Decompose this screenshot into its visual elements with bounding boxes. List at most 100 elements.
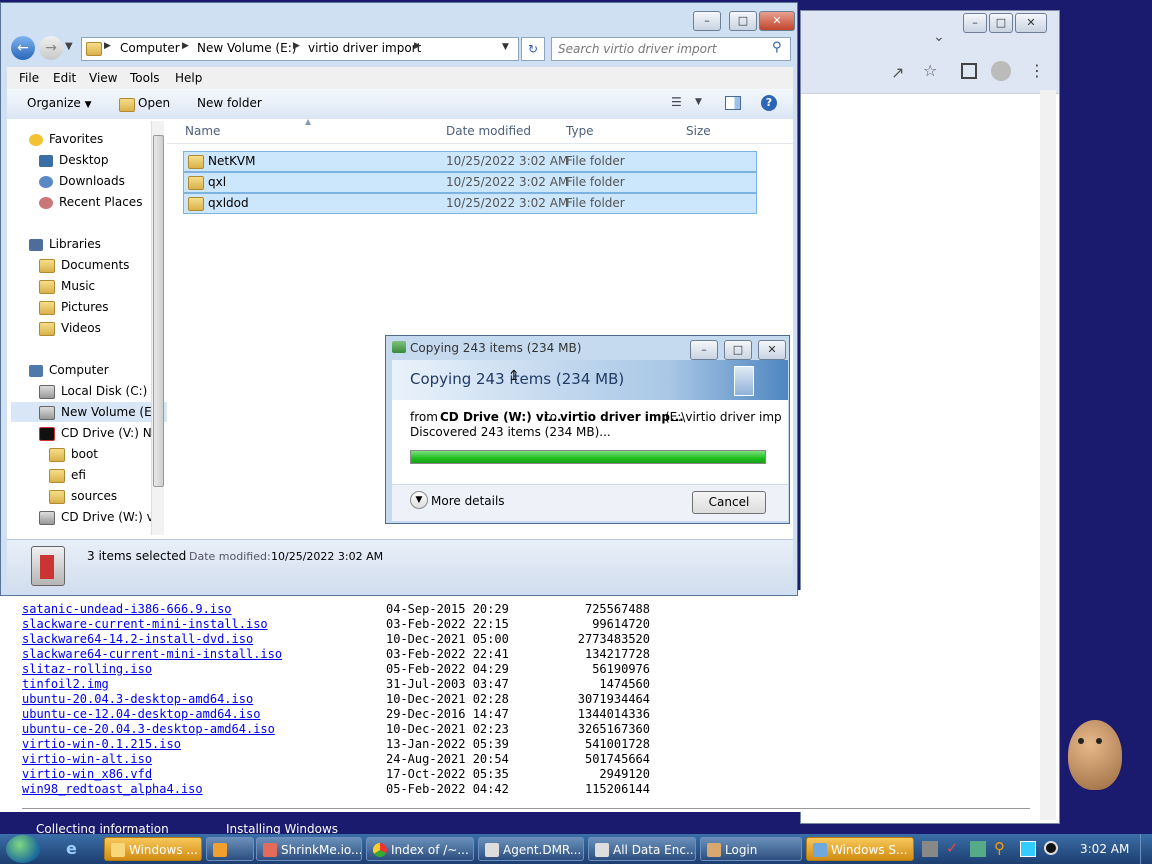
chevron-down-icon[interactable]: ⌄ bbox=[933, 29, 945, 45]
view-dropdown-icon[interactable]: ▼ bbox=[695, 97, 702, 107]
back-button[interactable]: ← bbox=[11, 36, 35, 60]
file-row-netkvm[interactable]: NetKVM 10/25/2022 3:02 AM File folder bbox=[183, 151, 757, 172]
nav-downloads[interactable]: Downloads bbox=[39, 171, 125, 191]
tray-check-icon[interactable]: ✓ bbox=[946, 839, 959, 857]
listing-row[interactable]: virtio-win-0.1.215.iso 13-Jan-2022 05:39 5… bbox=[22, 737, 650, 752]
nav-local-disk[interactable]: Local Disk (C:) bbox=[39, 381, 147, 401]
tray-search-icon[interactable]: ⚲ bbox=[994, 839, 1005, 857]
listing-row[interactable]: ubuntu-ce-20.04.3-desktop-amd64.iso 10-De… bbox=[22, 722, 650, 737]
recent-pages-dropdown[interactable]: ▼ bbox=[65, 41, 73, 52]
nav-documents[interactable]: Documents bbox=[39, 255, 129, 275]
taskbar-item-login[interactable]: Login bbox=[700, 837, 802, 861]
nav-pictures[interactable]: Pictures bbox=[39, 297, 109, 317]
more-details-button[interactable]: More details bbox=[431, 494, 505, 508]
maximize-button[interactable]: □ bbox=[729, 11, 757, 31]
nav-computer[interactable]: Computer bbox=[29, 360, 109, 380]
menu-help[interactable]: Help bbox=[175, 71, 202, 85]
nav-desktop[interactable]: Desktop bbox=[39, 150, 109, 170]
menu-view[interactable]: View bbox=[89, 71, 117, 85]
breadcrumb-computer[interactable]: Computer bbox=[120, 41, 180, 55]
clock[interactable]: 3:02 AM bbox=[1080, 842, 1129, 856]
browser-close-button[interactable]: ✕ bbox=[1015, 13, 1047, 33]
start-button[interactable] bbox=[6, 835, 40, 863]
nav-scrollbar-thumb[interactable] bbox=[153, 135, 164, 487]
profile-icon[interactable] bbox=[991, 61, 1011, 81]
tray-tool-icon[interactable] bbox=[970, 841, 986, 857]
breadcrumb-current-folder[interactable]: virtio driver import bbox=[308, 41, 421, 55]
listing-row[interactable]: win98_redtoast_alpha4.iso 05-Feb-2022 04:… bbox=[22, 782, 650, 797]
listing-row[interactable]: slackware-current-mini-install.iso 03-Feb… bbox=[22, 617, 650, 632]
taskbar-item-windows-setup[interactable]: Windows S... bbox=[806, 837, 914, 861]
search-box[interactable]: Search virtio driver import ⚲ bbox=[551, 37, 791, 61]
taskbar-item-index[interactable]: Index of /~... bbox=[366, 837, 474, 861]
dialog-close-button[interactable]: ✕ bbox=[758, 340, 786, 360]
listing-row[interactable]: slackware64-14.2-install-dvd.iso 10-Dec-2… bbox=[22, 632, 650, 647]
taskbar-item-explorer[interactable]: Windows ... bbox=[104, 837, 202, 861]
column-name[interactable]: Name bbox=[185, 124, 220, 138]
listing-row[interactable]: virtio-win-alt.iso 24-Aug-2021 20:54 50174… bbox=[22, 752, 650, 767]
internet-explorer-icon[interactable]: e bbox=[66, 839, 77, 858]
star-icon[interactable]: ☆ bbox=[923, 61, 937, 80]
share-icon[interactable]: ↗ bbox=[891, 63, 904, 82]
file-row-qxldod[interactable]: qxldod 10/25/2022 3:02 AM File folder bbox=[183, 193, 757, 214]
dialog-maximize-button[interactable]: □ bbox=[724, 340, 752, 360]
close-button[interactable]: ✕ bbox=[759, 11, 795, 31]
tray-network-icon[interactable] bbox=[1020, 841, 1036, 857]
column-size[interactable]: Size bbox=[686, 124, 711, 138]
browser-maximize-button[interactable]: □ bbox=[989, 13, 1013, 33]
nav-cd-drive-w[interactable]: CD Drive (W:) virt bbox=[39, 507, 153, 527]
menu-edit[interactable]: Edit bbox=[53, 71, 76, 85]
new-folder-button[interactable]: New folder bbox=[197, 96, 262, 110]
tray-record-icon[interactable] bbox=[1044, 841, 1058, 855]
nav-scrollbar[interactable] bbox=[151, 121, 164, 535]
nav-efi[interactable]: efi bbox=[49, 465, 86, 485]
nav-sources[interactable]: sources bbox=[49, 486, 117, 506]
browser-scrollbar[interactable] bbox=[1040, 90, 1056, 820]
browser-minimize-button[interactable]: – bbox=[963, 13, 987, 33]
file-row-qxl[interactable]: qxl 10/25/2022 3:02 AM File folder bbox=[183, 172, 757, 193]
organize-button[interactable]: Organize ▼ bbox=[27, 96, 92, 110]
address-dropdown-icon[interactable]: ▼ bbox=[502, 42, 509, 52]
menu-tools[interactable]: Tools bbox=[130, 71, 160, 85]
nav-libraries[interactable]: Libraries bbox=[29, 234, 101, 254]
dialog-minimize-button[interactable]: – bbox=[690, 340, 718, 360]
taskbar-item-agent[interactable]: Agent.DMR... bbox=[478, 837, 584, 861]
nav-music[interactable]: Music bbox=[39, 276, 95, 296]
listing-row[interactable]: slitaz-rolling.iso 05-Feb-2022 04:29 56190… bbox=[22, 662, 650, 677]
refresh-icon[interactable]: ↻ bbox=[521, 37, 545, 61]
listing-row[interactable]: virtio-win_x86.vfd 17-Oct-2022 05:35 29491… bbox=[22, 767, 650, 782]
taskbar-item-media[interactable] bbox=[206, 837, 254, 861]
listing-row[interactable]: ubuntu-20.04.3-desktop-amd64.iso 10-Dec-2… bbox=[22, 692, 650, 707]
source-location[interactable]: CD Drive (W:) vi... bbox=[440, 410, 562, 424]
column-headers: Name ▲ Date modified Type Size bbox=[167, 117, 793, 144]
cancel-button[interactable]: Cancel bbox=[692, 491, 766, 514]
nav-favorites[interactable]: Favorites bbox=[29, 129, 103, 149]
tray-app-icon[interactable] bbox=[922, 841, 938, 857]
breadcrumb-new-volume[interactable]: New Volume (E:) bbox=[197, 41, 296, 55]
view-options-icon[interactable]: ☰ bbox=[671, 95, 682, 109]
forward-button[interactable]: → bbox=[39, 36, 63, 60]
listing-row[interactable]: tinfoil2.img 31-Jul-2003 03:47 1474560 bbox=[22, 677, 650, 692]
nav-recent-places[interactable]: Recent Places bbox=[39, 192, 142, 212]
column-type[interactable]: Type bbox=[566, 124, 594, 138]
minimize-button[interactable]: – bbox=[693, 11, 721, 31]
help-icon[interactable]: ? bbox=[761, 95, 777, 111]
listing-row[interactable]: slackware64-current-mini-install.iso 03-F… bbox=[22, 647, 650, 662]
address-bar[interactable]: ▶ Computer ▶ New Volume (E:) ▶ virtio dr… bbox=[81, 37, 519, 61]
preview-pane-icon[interactable] bbox=[725, 96, 741, 110]
listing-row[interactable]: ubuntu-ce-12.04-desktop-amd64.iso 29-Dec-… bbox=[22, 707, 650, 722]
menu-icon[interactable]: ⋮ bbox=[1029, 61, 1045, 80]
nav-boot[interactable]: boot bbox=[49, 444, 98, 464]
taskbar-item-all-data[interactable]: All Data Enc... bbox=[588, 837, 696, 861]
sidepanel-icon[interactable] bbox=[961, 63, 977, 79]
listing-row[interactable]: satanic-undead-i386-666.9.iso 04-Sep-2015… bbox=[22, 602, 650, 617]
open-button[interactable]: Open bbox=[138, 96, 170, 110]
nav-videos[interactable]: Videos bbox=[39, 318, 101, 338]
menu-file[interactable]: File bbox=[19, 71, 39, 85]
expand-chevron-icon[interactable]: ▼ bbox=[410, 491, 428, 509]
taskbar-item-shrinkme[interactable]: ShrinkMe.io... bbox=[256, 837, 362, 861]
nav-cd-drive-v[interactable]: CD Drive (V:) Nex bbox=[39, 423, 153, 443]
search-icon[interactable]: ⚲ bbox=[772, 40, 782, 55]
show-desktop-button[interactable] bbox=[1140, 834, 1152, 864]
column-date-modified[interactable]: Date modified bbox=[446, 124, 531, 138]
